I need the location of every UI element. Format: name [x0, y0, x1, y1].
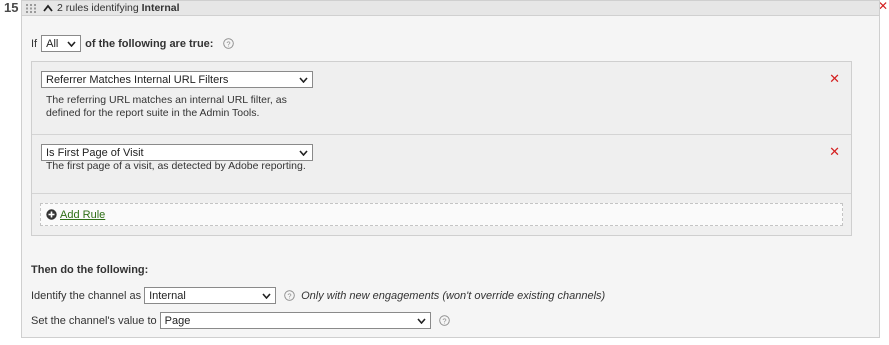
channel-value-selected: Page	[164, 314, 191, 327]
chevron-down-icon	[299, 149, 308, 156]
rule-description-line: The first page of a visit, as detected b…	[46, 160, 306, 172]
panel-title-channel: Internal	[141, 2, 180, 14]
rule-set-panel: 2 rules identifying Internal If All of t…	[21, 0, 880, 338]
channel-note: Only with new engagements (won't overrid…	[301, 289, 606, 302]
rule-description: The referring URL matches an internal UR…	[46, 94, 287, 120]
add-rule-button[interactable]: Add Rule	[40, 203, 843, 226]
channel-value-select[interactable]: Page	[159, 312, 431, 329]
chevron-down-icon	[262, 292, 271, 299]
rule-item: Is First Page of Visit The first page of…	[32, 135, 851, 194]
channel-select[interactable]: Internal	[144, 287, 277, 304]
row-number: 15	[4, 0, 19, 15]
condition-row: If All of the following are true: ?	[31, 35, 235, 52]
match-mode-select[interactable]: All	[41, 35, 82, 52]
rule-description: The first page of a visit, as detected b…	[46, 160, 306, 173]
remove-rule-icon[interactable]: ✕	[829, 144, 840, 160]
chevron-down-icon	[67, 40, 76, 47]
rule-description-line: defined for the report suite in the Admi…	[46, 107, 260, 119]
help-icon[interactable]: ?	[284, 290, 295, 301]
drag-handle-icon[interactable]	[26, 3, 37, 13]
match-mode-value: All	[46, 37, 59, 50]
help-icon[interactable]: ?	[223, 38, 235, 49]
remove-rule-icon[interactable]: ✕	[829, 71, 840, 87]
chevron-down-icon	[299, 76, 308, 83]
channel-value-row: Set the channel's value to Page ?	[31, 312, 450, 329]
identify-channel-label: Identify the channel as	[31, 289, 142, 302]
if-label: If	[31, 37, 38, 50]
rules-list: Referrer Matches Internal URL Filters Th…	[31, 61, 852, 236]
panel-title-prefix: 2 rules identifying	[57, 2, 139, 14]
svg-text:?: ?	[287, 291, 291, 300]
then-heading: Then do the following:	[31, 264, 149, 276]
rule-type-value: Referrer Matches Internal URL Filters	[46, 73, 229, 86]
rule-type-value: Is First Page of Visit	[46, 146, 144, 159]
channel-select-value: Internal	[149, 289, 186, 302]
panel-header: 2 rules identifying Internal	[22, 1, 879, 16]
channel-value-label: Set the channel's value to	[31, 314, 157, 327]
svg-text:?: ?	[442, 316, 446, 325]
chevron-up-icon[interactable]	[43, 4, 53, 12]
add-rule-link[interactable]: Add Rule	[60, 209, 105, 221]
rule-item: Referrer Matches Internal URL Filters Th…	[32, 62, 851, 135]
identify-channel-row: Identify the channel as Internal ? Only …	[31, 287, 605, 304]
rule-type-select[interactable]: Referrer Matches Internal URL Filters	[41, 71, 313, 88]
panel-title: 2 rules identifying Internal	[57, 2, 180, 14]
svg-text:?: ?	[227, 39, 231, 48]
help-icon[interactable]: ?	[438, 315, 450, 326]
rule-description-line: The referring URL matches an internal UR…	[46, 94, 287, 106]
add-circle-icon	[46, 209, 57, 220]
chevron-down-icon	[417, 317, 426, 324]
condition-suffix: of the following are true:	[85, 37, 214, 50]
rule-type-select[interactable]: Is First Page of Visit	[41, 144, 313, 161]
